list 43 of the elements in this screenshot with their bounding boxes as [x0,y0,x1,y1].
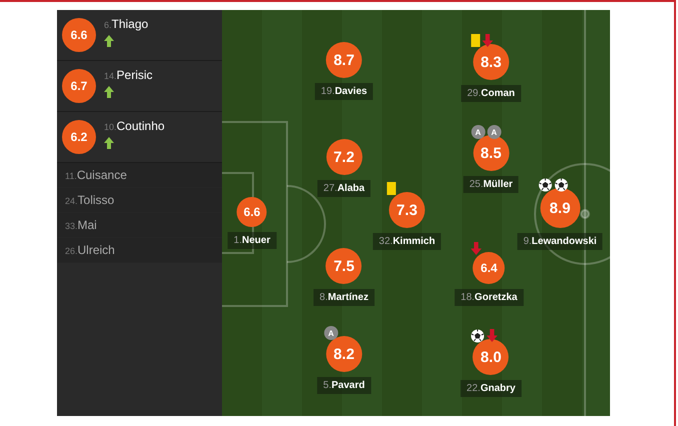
player-name: 14.Perisic [104,68,153,82]
rating-badge: 8.9 [540,188,580,228]
rating-badge: 7.2 [326,139,362,175]
rating-badge: 6.6 [62,18,96,52]
player-name: 11.Cuisance [65,168,127,182]
rating-badge: 8.5 [473,135,509,171]
arrow-down-icon [471,242,482,255]
ball-icon [538,178,552,192]
player-name: 8.Martínez [314,289,374,306]
rating-badge: 7.3 [389,192,425,228]
rating-badge: 8.0 [473,339,509,375]
assist-badge: A [487,125,501,139]
player-name: 27.Alaba [317,180,371,197]
player-name: 24.Tolisso [65,193,114,207]
rating-badge: 6.6 [237,197,267,227]
player-name: 10.Coutinho [104,119,165,133]
player-name: 5.Pavard [317,377,371,394]
rating-badge: 7.5 [326,248,362,284]
player-name: 18.Goretzka [454,289,524,306]
rating-badge: 8.2 [326,336,362,372]
player-name: 29.Coman [461,85,521,102]
player-name: 19.Davies [314,83,374,100]
arrow-down-icon [482,34,493,47]
player-name: 22.Gnabry [460,380,522,397]
player-name: 33.Mai [65,218,97,232]
player-name: 32.Kimmich [372,233,442,250]
assist-badge: A [471,125,485,139]
booking-card-icon [387,182,396,195]
centre-spot [580,209,590,219]
player-name: 1.Neuer [228,232,276,249]
player-name: 6.Thiago [104,17,148,31]
rating-badge: 8.3 [473,44,509,80]
player-name: 9.Lewandowski [517,233,603,250]
rating-badge: 6.7 [62,69,96,103]
booking-card-icon [471,34,480,47]
rating-badge: 8.7 [326,42,362,78]
player-name: 25.Müller [463,176,519,193]
rating-badge: 6.2 [62,120,96,154]
ball-icon [471,329,485,343]
arrow-down-icon [487,329,498,342]
assist-badge: A [324,326,338,340]
rating-badge: 6.4 [473,252,505,284]
player-name: 26.Ulreich [65,243,115,257]
